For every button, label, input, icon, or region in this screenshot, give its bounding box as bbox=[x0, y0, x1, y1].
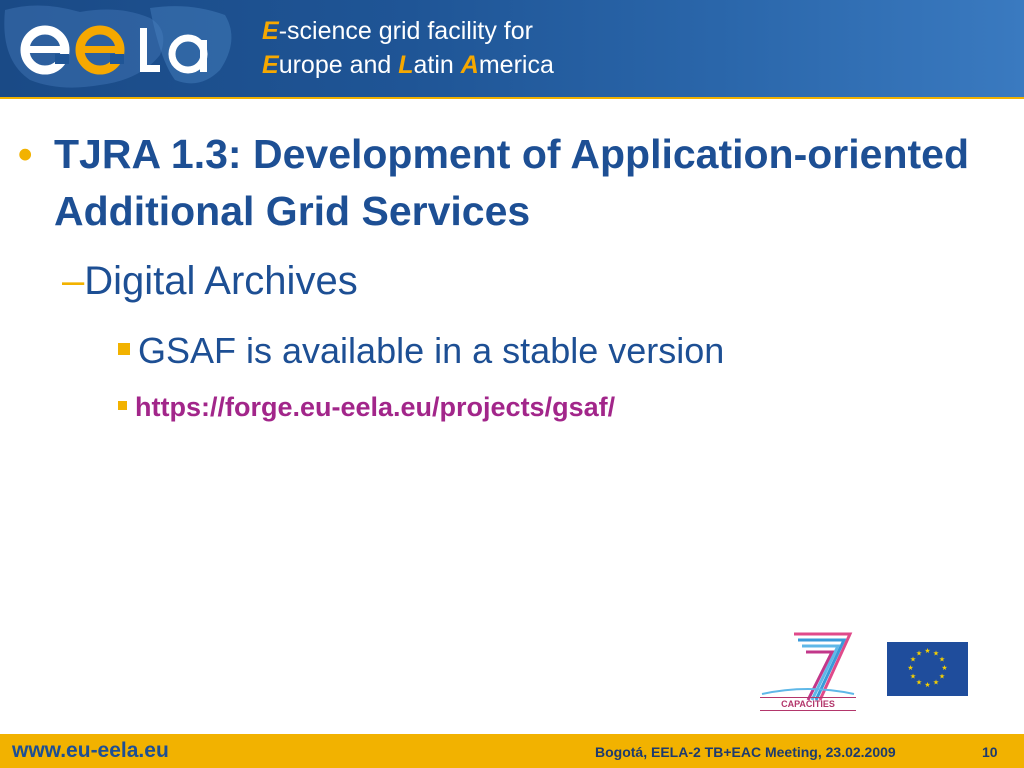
svg-text:★: ★ bbox=[910, 673, 916, 681]
tagline-text-2b: atin bbox=[413, 51, 461, 79]
tagline-text-1: -science grid facility for bbox=[278, 17, 533, 45]
fp7-caption: CAPACITIES bbox=[760, 697, 856, 711]
gsaf-link[interactable]: https://forge.eu-eela.eu/projects/gsaf/ bbox=[135, 392, 615, 422]
footer-website-link[interactable]: www.eu-eela.eu bbox=[12, 739, 169, 763]
tagline-line-1: E-science grid facility for bbox=[262, 14, 554, 48]
page-number: 10 bbox=[982, 744, 998, 760]
bullet-level-1: • TJRA 1.3: Development of Application-o… bbox=[18, 126, 1008, 240]
tagline-text-2a: urope and bbox=[278, 51, 399, 79]
bullet-level-4: https://forge.eu-eela.eu/projects/gsaf/ bbox=[118, 388, 615, 426]
svg-text:★: ★ bbox=[924, 647, 930, 655]
svg-text:★: ★ bbox=[941, 664, 947, 672]
footer-meeting-info: Bogotá, EELA-2 TB+EAC Meeting, 23.02.200… bbox=[595, 744, 896, 760]
svg-text:★: ★ bbox=[916, 679, 922, 687]
tagline-accent-latin: L bbox=[398, 51, 414, 79]
tagline-text-2c: merica bbox=[478, 51, 554, 79]
svg-text:★: ★ bbox=[907, 664, 913, 672]
svg-text:★: ★ bbox=[939, 656, 945, 664]
dash-bullet-icon: – bbox=[62, 259, 85, 303]
bullet-level-3-text: GSAF is available in a stable version bbox=[138, 330, 725, 371]
bullet-level-3: GSAF is available in a stable version bbox=[118, 328, 724, 374]
eela-logo-icon bbox=[4, 5, 232, 88]
square-bullet-icon bbox=[118, 343, 130, 356]
tagline-accent-europe: E bbox=[262, 51, 279, 79]
tagline-accent-e: E bbox=[262, 17, 279, 45]
tagline-line-2: Europe and Latin America bbox=[262, 48, 554, 82]
bullet-level-1-text: TJRA 1.3: Development of Application-ori… bbox=[54, 131, 969, 234]
eu-flag-icon: ★ ★ ★ ★ ★ ★ ★ ★ ★ ★ ★ ★ bbox=[887, 642, 968, 696]
footer-bar: www.eu-eela.eu Bogotá, EELA-2 TB+EAC Mee… bbox=[0, 734, 1024, 768]
square-bullet-icon bbox=[118, 401, 127, 411]
bullet-level-2: –Digital Archives bbox=[62, 255, 358, 307]
header-banner: E-science grid facility for Europe and L… bbox=[0, 0, 1024, 97]
svg-text:★: ★ bbox=[924, 681, 930, 689]
svg-text:★: ★ bbox=[933, 679, 939, 687]
header-tagline: E-science grid facility for Europe and L… bbox=[262, 14, 554, 82]
bullet-level-2-text: Digital Archives bbox=[84, 259, 358, 303]
svg-text:★: ★ bbox=[916, 650, 922, 658]
tagline-accent-america: A bbox=[460, 51, 479, 79]
round-bullet-icon: • bbox=[18, 131, 33, 177]
svg-text:★: ★ bbox=[939, 673, 945, 681]
header-divider bbox=[0, 97, 1024, 99]
